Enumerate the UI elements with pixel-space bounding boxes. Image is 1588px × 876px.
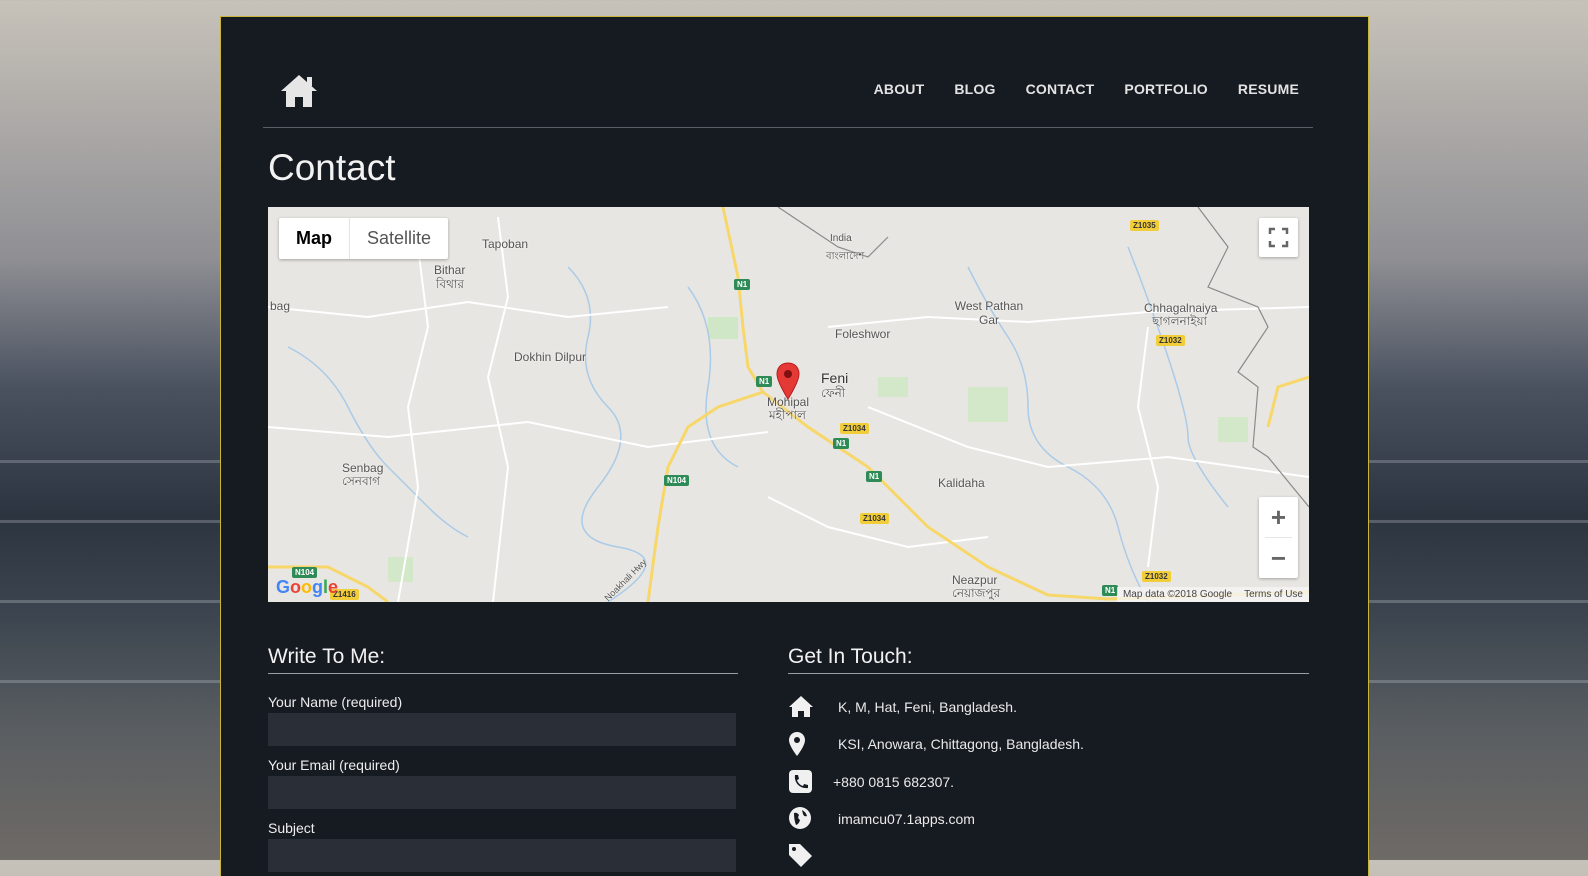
map-label-chhagalnaiya-bn: ছাগলনাইয়া	[1152, 314, 1207, 328]
tag-icon	[789, 844, 812, 867]
map-data-text: Map data ©2018 Google	[1122, 589, 1233, 600]
road-badge-n1: N1	[1102, 585, 1119, 596]
google-logo[interactable]: Google	[276, 577, 338, 598]
map-attribution: Map data ©2018 Google Terms of Use	[1116, 587, 1309, 602]
website-link[interactable]: imamcu07.1apps.com	[838, 811, 975, 827]
road-badge-n1: N1	[866, 471, 883, 482]
map-label-dokhin-dilpur: Dokhin Dilpur	[514, 350, 587, 364]
map-label-bag: bag	[270, 299, 291, 313]
write-to-me-title: Write To Me:	[268, 645, 386, 668]
map-label-india: India	[830, 233, 852, 244]
contact-website: imamcu07.1apps.com	[788, 806, 975, 832]
nav-resume[interactable]: RESUME	[1238, 81, 1299, 97]
road-badge-n104: N104	[664, 475, 690, 486]
email-field[interactable]	[268, 776, 736, 809]
nav-about[interactable]: ABOUT	[874, 81, 925, 97]
email-field-label: Your Email (required)	[268, 757, 400, 773]
name-field[interactable]	[268, 713, 736, 746]
content-panel: ABOUT BLOG CONTACT PORTFOLIO RESUME Cont…	[220, 16, 1369, 876]
address-text: K, M, Hat, Feni, Bangladesh.	[838, 699, 1017, 715]
map-label-mohipal-bn: মহীপাল	[769, 408, 806, 422]
road-badge-z1035: Z1035	[1130, 220, 1159, 231]
map-type-map-button[interactable]: Map	[279, 218, 350, 259]
home-icon	[789, 696, 813, 717]
map-type-satellite-button[interactable]: Satellite	[350, 218, 448, 259]
nav-portfolio[interactable]: PORTFOLIO	[1124, 81, 1207, 97]
contact-extra	[788, 843, 814, 869]
map-pin-icon	[789, 732, 805, 756]
fullscreen-button[interactable]	[1259, 218, 1298, 257]
contact-location: KSI, Anowara, Chittagong, Bangladesh.	[788, 731, 1084, 757]
map-label-feni: Feni	[821, 370, 849, 386]
map-label-india-bn: বাংলাদেশ	[826, 251, 865, 262]
globe-icon	[789, 807, 811, 829]
zoom-out-button[interactable]: −	[1259, 538, 1298, 578]
get-in-touch-title: Get In Touch:	[788, 645, 913, 668]
phone-text: +880 0815 682307.	[833, 774, 955, 790]
location-text: KSI, Anowara, Chittagong, Bangladesh.	[838, 736, 1084, 752]
main-nav: ABOUT BLOG CONTACT PORTFOLIO RESUME	[844, 81, 1299, 97]
page-title: Contact	[268, 147, 396, 188]
map-label-tapoban: Tapoban	[482, 237, 529, 251]
phone-icon	[789, 770, 812, 793]
terms-of-use-link[interactable]: Terms of Use	[1244, 589, 1303, 600]
road-badge-n1: N1	[734, 279, 751, 290]
zoom-control: + −	[1259, 497, 1298, 578]
road-badge-z1034: Z1034	[840, 423, 869, 434]
write-title-divider	[268, 673, 738, 674]
map-label-neazpur-bn: নেয়াজপুর	[952, 586, 1001, 600]
map-label-feni-bn: ফেনী	[821, 386, 846, 400]
map-label-west-pathan-gar: West Pathan Gar	[954, 299, 1024, 327]
nav-contact[interactable]: CONTACT	[1026, 81, 1095, 97]
fullscreen-icon	[1268, 227, 1289, 248]
road-badge-n1: N1	[756, 376, 773, 387]
map-type-control: Map Satellite	[279, 218, 449, 259]
contact-phone: +880 0815 682307.	[788, 769, 954, 795]
subject-field[interactable]	[268, 839, 736, 872]
google-map[interactable]: Tapoban Bithar বিথার bag Dokhin Dilpur I…	[268, 207, 1309, 602]
location-marker-icon[interactable]	[776, 362, 800, 400]
home-icon[interactable]	[279, 73, 319, 109]
contact-address: K, M, Hat, Feni, Bangladesh.	[788, 694, 1017, 720]
road-badge-z1034: Z1034	[860, 513, 889, 524]
road-badge-z1032: Z1032	[1142, 571, 1171, 582]
map-label-senbag-bn: সেনবাগ	[342, 474, 380, 488]
subject-field-label: Subject	[268, 820, 315, 836]
road-badge-z1032: Z1032	[1156, 335, 1185, 346]
site-header: ABOUT BLOG CONTACT PORTFOLIO RESUME	[263, 69, 1313, 128]
zoom-in-button[interactable]: +	[1259, 497, 1298, 537]
map-label-kalidaha: Kalidaha	[938, 476, 985, 490]
map-label-bithar: Bithar	[434, 263, 466, 277]
map-label-bithar-bn: বিথার	[436, 277, 464, 291]
name-field-label: Your Name (required)	[268, 694, 403, 710]
map-label-foleshwor: Foleshwor	[835, 327, 891, 341]
nav-blog[interactable]: BLOG	[954, 81, 995, 97]
road-badge-n1: N1	[833, 438, 850, 449]
touch-title-divider	[788, 673, 1309, 674]
